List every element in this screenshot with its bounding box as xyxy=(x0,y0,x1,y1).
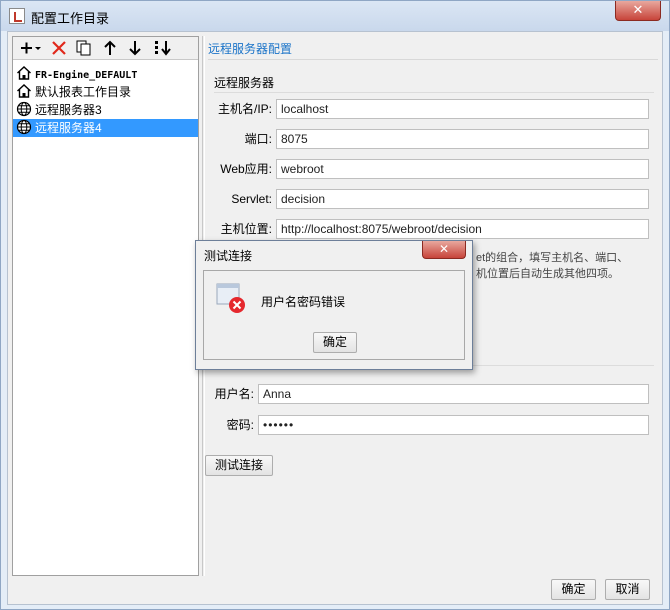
titlebar[interactable]: 配置工作目录 ✕ xyxy=(1,1,669,31)
test-connection-button[interactable]: 测试连接 xyxy=(205,455,273,476)
home-icon xyxy=(16,65,32,81)
divider xyxy=(208,59,658,60)
location-input[interactable]: http://localhost:8075/webroot/decision xyxy=(276,219,649,239)
hint-text-line1: et的组合，填写主机名、端口、 xyxy=(476,252,629,264)
tree-item-label: 远程服务器3 xyxy=(35,103,102,117)
arrow-up-icon[interactable] xyxy=(101,39,119,57)
servlet-input[interactable]: decision xyxy=(276,189,649,209)
error-icon xyxy=(216,283,246,315)
dialog-close-button[interactable]: ✕ xyxy=(422,241,466,259)
arrow-down-icon[interactable] xyxy=(126,39,144,57)
password-label: 密码: xyxy=(226,418,254,432)
copy-icon[interactable] xyxy=(75,39,93,57)
username-label: 用户名: xyxy=(214,387,254,401)
password-input[interactable]: •••••• xyxy=(258,415,649,435)
window-title: 配置工作目录 xyxy=(31,11,110,26)
list-toolbar xyxy=(13,37,198,60)
location-label: 主机位置: xyxy=(220,222,272,236)
delete-icon[interactable] xyxy=(50,39,68,57)
home-icon xyxy=(16,83,32,99)
config-section-title: 远程服务器配置 xyxy=(208,42,293,56)
server-group-title: 远程服务器 xyxy=(214,76,275,90)
username-input[interactable]: Anna xyxy=(258,384,649,404)
dialog-title: 测试连接 xyxy=(204,249,253,263)
hostname-input[interactable]: localhost xyxy=(276,99,649,119)
globe-icon xyxy=(16,119,32,135)
sort-icon[interactable] xyxy=(153,39,175,57)
webapp-input[interactable]: webroot xyxy=(276,159,649,179)
servlet-label: Servlet: xyxy=(231,192,272,206)
webapp-label: Web应用: xyxy=(220,162,272,176)
app-icon xyxy=(9,8,25,24)
divider xyxy=(214,92,654,93)
tree-item-remote-server-3[interactable]: 远程服务器3 xyxy=(13,101,198,119)
hostname-label: 主机名/IP: xyxy=(217,102,272,116)
port-label: 端口: xyxy=(244,132,272,146)
port-input[interactable]: 8075 xyxy=(276,129,649,149)
globe-icon xyxy=(16,101,32,117)
workdir-list-panel: FR-Engine_DEFAULT 默认报表工作目录 远程服务器3 远程服务器4 xyxy=(12,36,199,576)
plus-icon[interactable] xyxy=(19,39,41,57)
tree-item-label: 默认报表工作目录 xyxy=(35,85,132,99)
tree-item-default-report-dir[interactable]: 默认报表工作目录 xyxy=(13,83,198,101)
tree-item-label: FR-Engine_DEFAULT xyxy=(35,70,138,81)
tree-item-fr-engine-default[interactable]: FR-Engine_DEFAULT xyxy=(13,65,198,83)
tree-item-label: 远程服务器4 xyxy=(35,121,102,135)
dialog-body: 用户名密码错误 确定 xyxy=(203,270,465,360)
dialog-message: 用户名密码错误 xyxy=(261,295,346,309)
tree-item-remote-server-4[interactable]: 远程服务器4 xyxy=(13,119,198,137)
dialog-ok-button[interactable]: 确定 xyxy=(313,332,357,353)
cancel-button[interactable]: 取消 xyxy=(605,579,650,600)
ok-button[interactable]: 确定 xyxy=(551,579,596,600)
window-close-button[interactable]: ✕ xyxy=(615,1,661,21)
test-connection-dialog: 测试连接 ✕ 用户名密码错误 确定 xyxy=(195,240,473,370)
hint-text-line2: 机位置后自动生成其他四项。 xyxy=(476,268,619,280)
